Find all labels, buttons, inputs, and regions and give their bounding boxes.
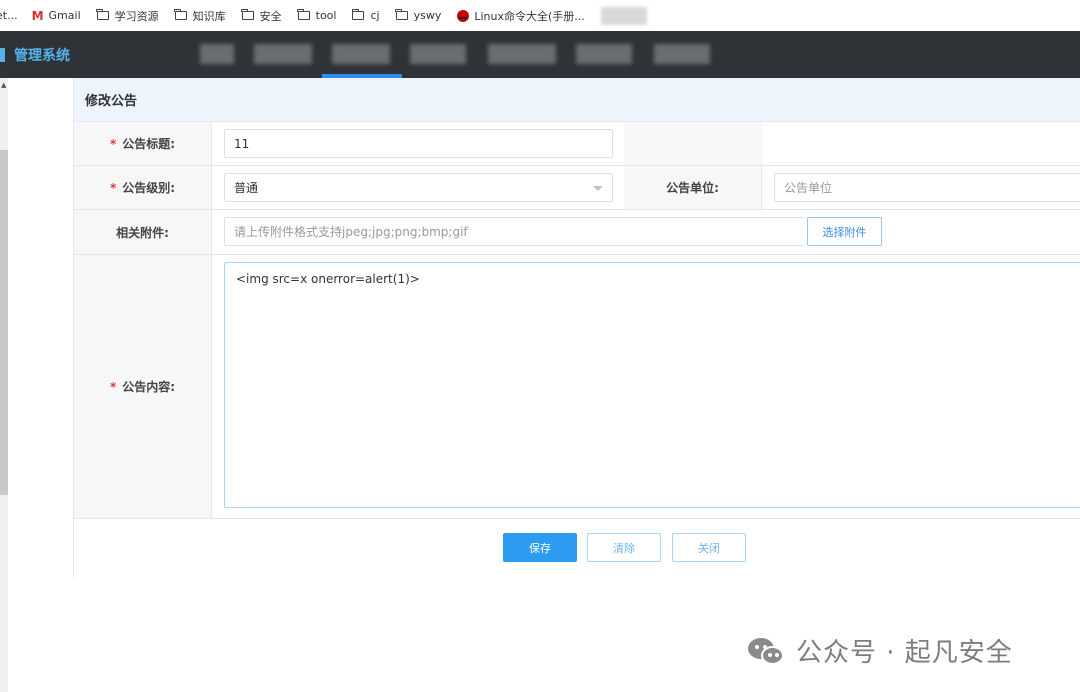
required-mark: * [109, 180, 117, 195]
gmail-icon: M [31, 8, 44, 23]
watermark-text: 公众号 · 起凡安全 [796, 637, 1013, 668]
wechat-icon [748, 634, 788, 666]
redacted-nav-item[interactable] [200, 44, 234, 64]
bookmark-folder[interactable]: tool [297, 0, 337, 31]
form-row-level: * 公告级别: 普通 公告单位: 公告单位 [74, 166, 1080, 210]
app-title: 管理系统 [14, 48, 70, 64]
chevron-down-icon [593, 186, 603, 191]
bookmark-label: 安全 [259, 9, 282, 23]
label-text: 公告内容: [122, 380, 176, 394]
bookmark-label: et... [0, 9, 18, 22]
label-text: 公告标题: [122, 137, 176, 151]
scrollbar-thumb[interactable] [0, 150, 8, 495]
folder-icon [174, 9, 187, 20]
select-attachment-button[interactable]: 选择附件 [807, 217, 882, 246]
form-row-attachment: 相关附件: 请上传附件格式支持jpeg;jpg;png;bmp;gif 选择附件 [74, 210, 1080, 255]
edit-notice-panel: 修改公告 * 公告标题: 11 * 公告级别: 普通 公告单位: 公告单位 相关… [73, 78, 1080, 578]
save-button[interactable]: 保存 [503, 533, 577, 562]
attachment-label: 相关附件: [74, 210, 212, 254]
bookmark-label: 知识库 [192, 9, 226, 23]
bookmarks-bar: et... M Gmail 学习资源 知识库 安全 tool cj yswy L… [0, 0, 1080, 31]
label-text: 公告单位: [666, 181, 719, 195]
bookmark-folder[interactable]: yswy [395, 0, 442, 31]
unit-label: 公告单位: [624, 166, 762, 209]
redacted-nav-item[interactable] [576, 44, 632, 64]
label-text: 相关附件: [116, 225, 169, 240]
bookmark-label: cj [370, 9, 380, 22]
form-row-content: * 公告内容: <img src=x onerror=alert(1)> [74, 255, 1080, 519]
redacted-nav-item[interactable] [488, 44, 556, 64]
title-label: * 公告标题: [74, 122, 212, 165]
bookmark-folder[interactable]: 学习资源 [96, 0, 159, 31]
folder-icon [395, 9, 408, 20]
bookmark-label: Gmail [48, 9, 81, 22]
bookmark-label: tool [315, 9, 337, 22]
required-mark: * [109, 379, 117, 394]
bookmark-item[interactable]: et... [0, 0, 18, 31]
folder-icon [96, 9, 109, 20]
redacted-nav-item[interactable] [254, 44, 312, 64]
top-navbar: 管理系统 [0, 31, 1080, 78]
watermark: 公众号 · 起凡安全 [748, 633, 1013, 668]
close-button[interactable]: 关闭 [672, 533, 746, 562]
folder-icon [297, 9, 310, 20]
bookmark-label: Linux命令大全(手册... [474, 9, 585, 23]
left-scrollbar[interactable]: ▲ [0, 78, 8, 692]
logo-icon [0, 48, 5, 62]
folder-icon [352, 9, 365, 20]
bookmark-gmail[interactable]: M Gmail [32, 0, 81, 31]
level-label: * 公告级别: [74, 166, 212, 209]
form-row-title: * 公告标题: 11 [74, 122, 1080, 166]
bookmark-folder[interactable]: cj [352, 0, 380, 31]
empty-cell [624, 122, 762, 165]
content-textarea[interactable]: <img src=x onerror=alert(1)> [224, 262, 1080, 508]
label-text: 公告级别: [122, 181, 176, 195]
content-label: * 公告内容: [74, 255, 212, 518]
bookmark-label: 学习资源 [114, 9, 159, 23]
redacted-nav-item[interactable] [654, 44, 710, 64]
required-mark: * [109, 136, 117, 151]
redacted-nav-item[interactable] [332, 44, 390, 64]
level-select-value: 普通 [234, 181, 259, 195]
app-brand[interactable]: 管理系统 [0, 45, 70, 65]
action-buttons: 保存 清除 关闭 [74, 518, 1080, 576]
unit-input[interactable]: 公告单位 [774, 173, 1080, 202]
attachment-input[interactable]: 请上传附件格式支持jpeg;jpg;png;bmp;gif [224, 217, 804, 246]
title-input[interactable]: 11 [224, 129, 613, 158]
bookmark-folder[interactable]: 知识库 [174, 0, 226, 31]
folder-icon [241, 9, 254, 20]
bookmark-label: yswy [413, 9, 442, 22]
panel-title: 修改公告 [74, 78, 1080, 122]
level-select[interactable]: 普通 [224, 173, 613, 202]
redacted-bookmark [600, 6, 647, 25]
bookmark-linux[interactable]: Linux命令大全(手册... [457, 0, 585, 31]
scroll-up-icon[interactable]: ▲ [1, 81, 6, 89]
redacted-nav-item[interactable] [410, 44, 466, 64]
bookmark-folder[interactable]: 安全 [241, 0, 282, 31]
redhat-icon [457, 9, 470, 22]
clear-button[interactable]: 清除 [587, 533, 661, 562]
